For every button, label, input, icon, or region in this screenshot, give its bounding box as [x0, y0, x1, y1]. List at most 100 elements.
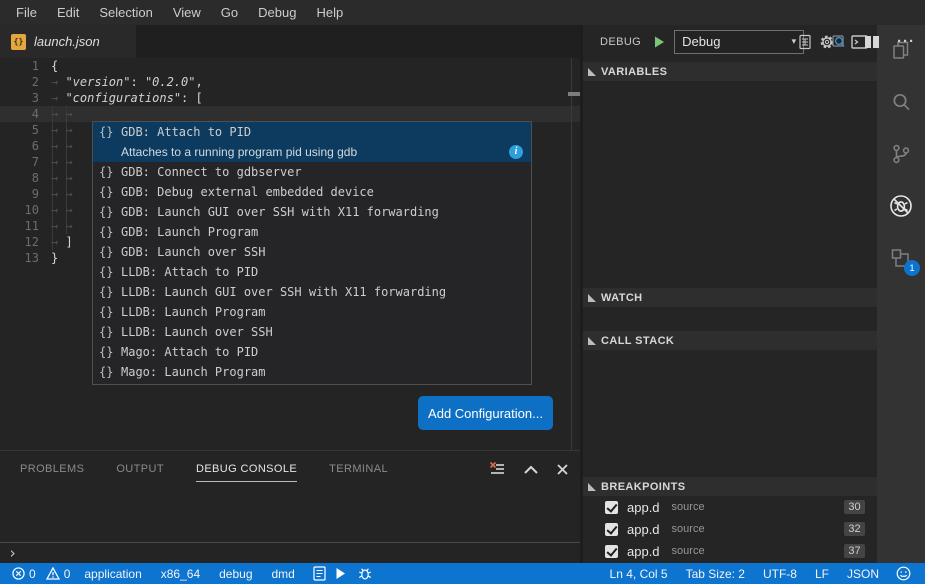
panel-actions [489, 461, 568, 477]
status-item-dmd[interactable]: dmd [267, 567, 300, 581]
status-item-utf-8[interactable]: UTF-8 [763, 567, 797, 581]
breakpoint-checkbox[interactable] [605, 523, 618, 536]
search-icon[interactable] [888, 89, 914, 115]
breakpoint-row[interactable]: app.dsource32 [583, 518, 877, 540]
suggest-item[interactable]: {}GDB: Launch GUI over SSH with X11 forw… [93, 202, 531, 222]
status-right-items: Ln 4, Col 5 Tab Size: 2 UTF-8 LF JSON [610, 567, 879, 581]
suggest-item[interactable]: {}LLDB: Launch over SSH [93, 322, 531, 342]
section-header-call-stack[interactable]: CALL STACK [583, 331, 877, 350]
code-line[interactable]: 1{ [0, 58, 580, 74]
run-icon[interactable] [335, 567, 346, 580]
close-panel-icon[interactable] [557, 464, 568, 475]
editor-tab-bar: {} launch.json [0, 25, 580, 58]
section-variables: VARIABLES [583, 62, 877, 81]
status-item-ln-4-col-5[interactable]: Ln 4, Col 5 [610, 567, 668, 581]
menu-item-view[interactable]: View [163, 0, 211, 25]
menu-item-help[interactable]: Help [306, 0, 353, 25]
status-item-x86_64[interactable]: x86_64 [156, 567, 205, 581]
code-token: } [51, 251, 58, 265]
bug-icon[interactable] [357, 566, 373, 581]
start-debug-icon[interactable] [652, 35, 666, 49]
scrollbar-slider[interactable] [568, 92, 580, 96]
add-configuration-button[interactable]: Add Configuration... [418, 396, 553, 430]
line-number: 4 [0, 106, 45, 122]
menu-item-debug[interactable]: Debug [248, 0, 306, 25]
breakpoint-checkbox[interactable] [605, 545, 618, 558]
breakpoint-line-badge: 32 [844, 522, 865, 536]
feedback-smiley-icon[interactable] [896, 566, 911, 581]
breakpoint-checkbox[interactable] [605, 501, 618, 514]
suggest-item[interactable]: {}GDB: Debug external embedded device [93, 182, 531, 202]
status-bar: 0 0 application x86_64 debug dmd Ln 4, Col … [0, 563, 925, 584]
debug-config-dropdown[interactable]: Debug ▾ [674, 30, 804, 54]
line-content: → → [45, 154, 80, 170]
open-preview-icon[interactable] [797, 34, 813, 50]
status-item-json[interactable]: JSON [847, 567, 879, 581]
panel-tab-output[interactable]: OUTPUT [116, 463, 164, 482]
info-icon[interactable]: i [509, 145, 523, 159]
panel-tab-problems[interactable]: PROBLEMS [20, 463, 84, 482]
section-call-stack: CALL STACK [583, 331, 877, 350]
line-content: } [45, 250, 58, 266]
code-token: "configurations" [65, 91, 181, 105]
debug-sidebar: VARIABLES WATCH CALL STACK BREAKPOINTS a… [583, 58, 877, 563]
search-editor-icon[interactable] [830, 33, 847, 50]
panel-tab-debug-console[interactable]: DEBUG CONSOLE [196, 463, 297, 482]
problems-summary[interactable]: 0 0 [12, 567, 70, 581]
status-left-items: application x86_64 debug dmd [79, 567, 299, 581]
tab-launch-json[interactable]: {} launch.json [0, 25, 136, 58]
extensions-icon[interactable]: 1 [888, 245, 914, 271]
breakpoint-line-badge: 30 [844, 500, 865, 514]
code-line[interactable]: 4→ → [0, 106, 580, 122]
suggest-item[interactable]: {}GDB: Connect to gdbserver [93, 162, 531, 182]
suggest-item[interactable]: {}LLDB: Launch GUI over SSH with X11 for… [93, 282, 531, 302]
section-header-watch[interactable]: WATCH [583, 288, 877, 307]
suggest-item[interactable]: {}GDB: Attach to PID [93, 122, 531, 142]
whitespace-arrows: → → [51, 139, 80, 153]
snippet-icon: {} [99, 262, 121, 282]
suggest-item[interactable]: {}Mago: Attach to PID [93, 342, 531, 362]
json-file-icon: {} [11, 34, 26, 50]
repl-prompt[interactable]: › [8, 544, 17, 562]
line-number: 11 [0, 218, 45, 234]
more-actions-icon[interactable]: ··· [897, 33, 915, 50]
whitespace-arrows: → → [51, 155, 80, 169]
maximize-panel-icon[interactable] [524, 465, 538, 474]
suggest-item[interactable]: {}GDB: Launch over SSH [93, 242, 531, 262]
breakpoint-row[interactable]: app.dsource37 [583, 540, 877, 562]
breakpoint-kind: source [672, 523, 705, 535]
menu-item-go[interactable]: Go [211, 0, 248, 25]
status-item-debug[interactable]: debug [214, 567, 257, 581]
whitespace-arrows: → → [51, 203, 80, 217]
menu-item-edit[interactable]: Edit [47, 0, 89, 25]
source-control-icon[interactable] [888, 141, 914, 167]
status-item-application[interactable]: application [79, 567, 146, 581]
menu-bar: FileEditSelectionViewGoDebugHelp [0, 0, 925, 25]
code-line[interactable]: 2→ "version": "0.2.0", [0, 74, 580, 90]
suggest-item[interactable]: {}Mago: Launch Program [93, 362, 531, 382]
project-file-icon[interactable] [313, 566, 326, 581]
code-line[interactable]: 3→ "configurations": [ [0, 90, 580, 106]
panel-tab-terminal[interactable]: TERMINAL [329, 463, 388, 482]
suggest-item[interactable]: {}LLDB: Launch Program [93, 302, 531, 322]
error-count: 0 [29, 567, 36, 581]
line-content: → ] [45, 234, 73, 250]
split-editor-icon[interactable] [864, 35, 880, 49]
suggest-item-label: GDB: Launch over SSH [121, 242, 266, 262]
section-header-variables[interactable]: VARIABLES [583, 62, 877, 81]
suggest-detail-text: Attaches to a running program pid using … [121, 142, 509, 162]
section-header-breakpoints[interactable]: BREAKPOINTS [583, 477, 877, 496]
suggest-item[interactable]: {}LLDB: Attach to PID [93, 262, 531, 282]
clear-console-icon[interactable] [489, 461, 505, 477]
status-item-tab-size-2[interactable]: Tab Size: 2 [686, 567, 745, 581]
breakpoint-row[interactable]: app.dsource30 [583, 496, 877, 518]
line-number: 1 [0, 58, 45, 74]
snippet-icon: {} [99, 202, 121, 222]
debug-icon[interactable] [888, 193, 914, 219]
menu-item-selection[interactable]: Selection [89, 0, 162, 25]
status-item-lf[interactable]: LF [815, 567, 829, 581]
menu-item-file[interactable]: File [6, 0, 47, 25]
code-token: "0.2.0" [145, 75, 196, 89]
line-number: 12 [0, 234, 45, 250]
suggest-item[interactable]: {}GDB: Launch Program [93, 222, 531, 242]
